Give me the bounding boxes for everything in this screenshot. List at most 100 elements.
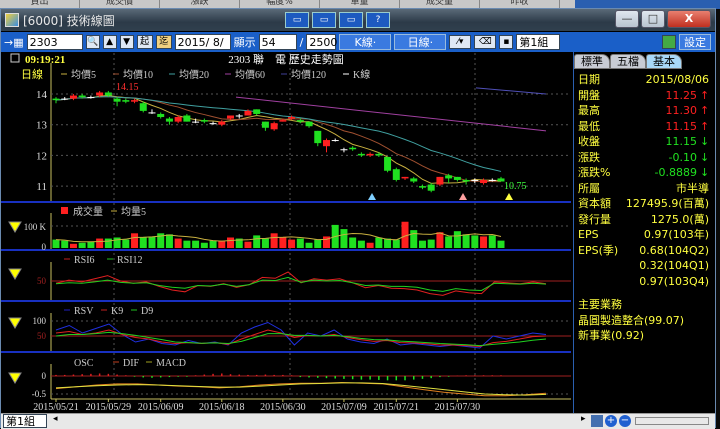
tab-five-levels[interactable]: 五檔: [610, 54, 646, 69]
candle-body: [96, 92, 104, 96]
info-value: -0.8889: [654, 166, 697, 179]
candle-body: [69, 95, 77, 99]
date-label: 2015/07/09: [321, 402, 367, 413]
volume-bar: [392, 239, 400, 248]
minimize-button[interactable]: —: [615, 10, 639, 28]
date-label: 2015/06/09: [138, 402, 184, 413]
scroll-right-button[interactable]: ▸: [581, 414, 586, 424]
settings-button[interactable]: 設定: [679, 34, 711, 50]
legend-item: 均量5: [121, 206, 146, 218]
ma60-line: [235, 96, 547, 132]
up-arrow-button[interactable]: ▲: [102, 35, 117, 49]
bottom-bar: 第1組 ◂ ▸ + −: [1, 413, 715, 429]
period-dropdown[interactable]: 日線·: [394, 34, 447, 50]
bottom-layer-select[interactable]: 第1組: [3, 414, 47, 428]
candle-body: [139, 103, 147, 111]
legend-item: RSI12: [117, 255, 143, 266]
signal-marker-icon: [368, 193, 376, 200]
kline-dropdown[interactable]: K線·: [339, 34, 392, 50]
volume-bar: [462, 234, 470, 248]
layout-button-2[interactable]: ▭: [312, 12, 336, 28]
show-count-input[interactable]: 54: [258, 34, 297, 50]
scroll-left-button[interactable]: ◂: [53, 414, 58, 424]
ma120-line: [475, 87, 547, 95]
zoom-out-icon[interactable]: −: [619, 415, 631, 427]
symbol-select[interactable]: 2303: [26, 34, 83, 50]
zoom-in-icon[interactable]: +: [605, 415, 617, 427]
volume-bar: [78, 242, 86, 248]
volume-bar: [314, 239, 322, 248]
candle-body: [375, 153, 383, 156]
candle-body: [131, 100, 139, 102]
info-row: EPS 0.97(103年): [574, 227, 713, 243]
info-panel: 標準 五檔 基本 日期 2015/08/06 開盤 11.25 ↑ 最高 11.30 ↑ 最低 1…: [573, 52, 713, 414]
info-value: 市半導: [676, 181, 709, 195]
search-icon[interactable]: 🔍: [85, 35, 100, 49]
rsi6-line: [55, 271, 547, 296]
close-button[interactable]: X: [667, 10, 711, 28]
legend-item: K線: [353, 68, 370, 81]
high-price-label: 14.15: [116, 82, 139, 93]
info-value: 11.15: [665, 135, 698, 148]
layer-select[interactable]: 第1組: [516, 34, 561, 50]
pin-icon[interactable]: →▦: [4, 36, 24, 49]
down-arrow-button[interactable]: ▼: [119, 35, 134, 49]
volume-bar: [148, 236, 156, 248]
ma5-line: [55, 95, 502, 184]
candle-body: [427, 184, 435, 191]
end-button[interactable]: 迄: [155, 35, 172, 49]
candle-body: [436, 176, 444, 185]
macd-tick: 0: [42, 371, 47, 381]
legend-item: OSC: [74, 358, 94, 369]
title-bar[interactable]: [6000] 技術線圖 ▭ ▭ ▭ ? — □ X: [1, 9, 715, 31]
info-row: 最低 11.15 ↑: [574, 119, 713, 135]
volume-bar: [218, 240, 226, 248]
color-icon[interactable]: ▪: [499, 35, 514, 49]
volume-bar: [375, 237, 383, 248]
info-value: 127495.9(百萬): [625, 197, 709, 210]
start-button[interactable]: 起: [136, 35, 153, 49]
technical-chart[interactable]: 09:19:21 2303 聯 電 歷史走勢圖日線 均價5 均價10 均價20 均價60 均…: [1, 51, 571, 413]
show-label: 顯示: [233, 36, 256, 49]
candle-body: [384, 156, 392, 171]
zoom-slider[interactable]: [635, 417, 709, 425]
info-label: EPS(季): [578, 243, 619, 257]
volume-bar: [139, 237, 147, 248]
info-label: EPS: [578, 228, 599, 241]
collapse-panel-icon: [8, 372, 22, 384]
candle-body: [209, 123, 217, 125]
help-button[interactable]: ?: [366, 12, 390, 28]
info-label: 所屬: [578, 181, 600, 195]
layout-button-3[interactable]: ▭: [339, 12, 363, 28]
candle-body: [52, 98, 60, 101]
volume-bar: [192, 240, 200, 248]
legend-item: 均價120: [291, 68, 326, 81]
draw-line-icon[interactable]: ⁄▾: [449, 35, 472, 49]
up-arrow-icon: ↑: [700, 119, 710, 133]
date-label: 2015/06/18: [199, 402, 245, 413]
chart-icon[interactable]: [591, 415, 603, 427]
volume-tick: 0: [42, 242, 47, 252]
candle-body: [235, 115, 243, 117]
eraser-icon[interactable]: ⌫: [474, 35, 497, 49]
layout-button-1[interactable]: ▭: [285, 12, 309, 28]
info-value: 11.30: [665, 104, 698, 117]
info-label: 漲跌%: [578, 166, 611, 179]
excel-icon[interactable]: [662, 35, 676, 49]
volume-bar: [410, 230, 418, 248]
date-label: 2015/05/21: [33, 402, 79, 413]
candle-body: [453, 176, 461, 180]
maximize-button[interactable]: □: [641, 10, 665, 28]
volume-bar: [497, 240, 505, 248]
candle-body: [357, 153, 365, 156]
date-select[interactable]: 2015/ 8/: [174, 34, 231, 50]
candle-body: [445, 175, 453, 179]
info-value: -0.10: [668, 150, 697, 164]
tab-standard[interactable]: 標準: [574, 54, 610, 69]
up-arrow-icon: ↑: [700, 104, 710, 117]
macd-line: [55, 382, 547, 396]
tab-basic[interactable]: 基本: [646, 54, 682, 69]
candle-body: [227, 115, 235, 119]
info-row: 發行量 1275.0(萬): [574, 212, 713, 228]
volume-bar: [69, 243, 77, 248]
